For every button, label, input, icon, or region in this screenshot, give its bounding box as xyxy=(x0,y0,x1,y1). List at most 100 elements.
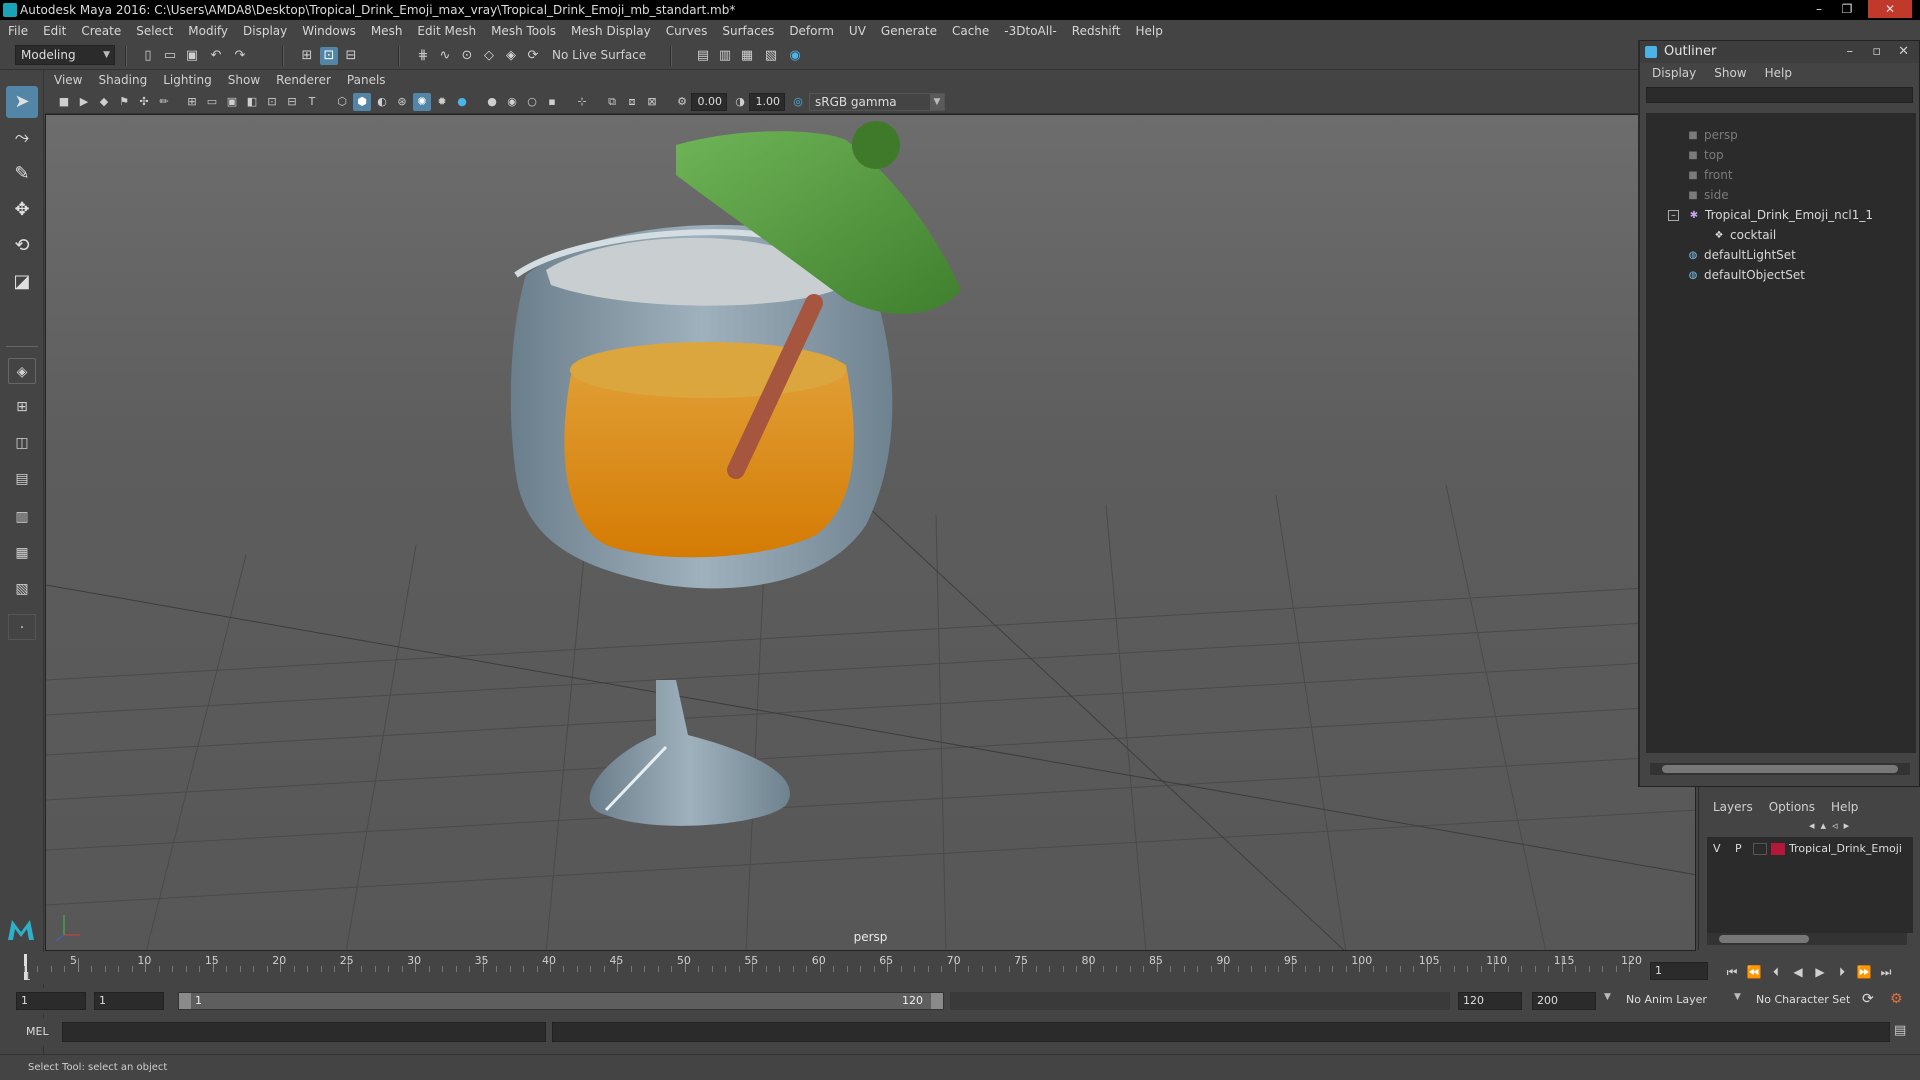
layer-playback-toggle[interactable]: P xyxy=(1735,840,1742,858)
menu-surfaces[interactable]: Surfaces xyxy=(722,24,774,38)
hypershade-icon[interactable]: ▧ xyxy=(762,47,780,65)
menu-help[interactable]: Help xyxy=(1135,24,1162,38)
outliner-item-lightset[interactable]: ◍ defaultLightSet xyxy=(1686,245,1796,265)
step-forward-frame-icon[interactable]: ⏵ xyxy=(1832,963,1852,981)
menu-mesh-tools[interactable]: Mesh Tools xyxy=(491,24,556,38)
close-icon[interactable]: ✕ xyxy=(1898,41,1909,63)
auto-key-icon[interactable]: ⟳ xyxy=(1862,991,1874,1007)
menu-windows[interactable]: Windows xyxy=(302,24,356,38)
two-pane-layout-icon[interactable]: ◫ xyxy=(8,430,36,456)
step-back-key-icon[interactable]: ⏪ xyxy=(1744,963,1764,981)
select-object-icon[interactable]: ⊡ xyxy=(320,47,338,65)
color-space-dropdown[interactable]: sRGB gamma ▼ xyxy=(809,93,945,111)
xray-components-icon[interactable]: ⧈ xyxy=(623,93,641,111)
safe-title-icon[interactable]: T xyxy=(303,93,321,111)
new-scene-icon[interactable]: ▯ xyxy=(139,47,157,65)
outliner-item-top[interactable]: ■ top xyxy=(1686,145,1723,165)
step-forward-key-icon[interactable]: ⏩ xyxy=(1854,963,1874,981)
vp-menu-lighting[interactable]: Lighting xyxy=(163,73,212,87)
grid-icon[interactable]: ⊞ xyxy=(183,93,201,111)
shadows-icon[interactable]: ✹ xyxy=(433,93,451,111)
vp-menu-panels[interactable]: Panels xyxy=(347,73,386,87)
menu-modify[interactable]: Modify xyxy=(188,24,228,38)
menu-generate[interactable]: Generate xyxy=(881,24,937,38)
outliner-menu-help[interactable]: Help xyxy=(1765,66,1792,80)
2d-pan-zoom-icon[interactable]: ✣ xyxy=(135,93,153,111)
safe-action-icon[interactable]: ⊟ xyxy=(283,93,301,111)
menu-create[interactable]: Create xyxy=(81,24,121,38)
snap-live-icon[interactable]: ◈ xyxy=(502,47,520,65)
outliner-hscrollbar[interactable] xyxy=(1650,763,1910,775)
camera-select-icon[interactable]: ■ xyxy=(55,93,73,111)
gate-mask-icon[interactable]: ◧ xyxy=(243,93,261,111)
chevron-down-icon[interactable]: ▼ xyxy=(1734,992,1741,1002)
single-pane-layout-icon[interactable]: ◈ xyxy=(8,358,36,384)
gamma-field[interactable]: 1.00 xyxy=(749,93,785,111)
move-tool-icon[interactable]: ✥ xyxy=(6,194,38,226)
vp-menu-shading[interactable]: Shading xyxy=(98,73,147,87)
color-management-icon[interactable]: ◎ xyxy=(789,93,807,111)
exposure-icon[interactable]: ⚙ xyxy=(673,93,691,111)
menu-edit[interactable]: Edit xyxy=(43,24,66,38)
script-language-label[interactable]: MEL xyxy=(26,1025,49,1038)
current-frame-field[interactable]: 1 xyxy=(1650,962,1708,980)
film-gate-icon[interactable]: ▭ xyxy=(203,93,221,111)
field-chart-icon[interactable]: ⊡ xyxy=(263,93,281,111)
script-editor-icon[interactable]: ▤ xyxy=(1894,1023,1906,1038)
wireframe-on-shaded-icon[interactable]: ◐ xyxy=(373,93,391,111)
snap-point-icon[interactable]: ⊙ xyxy=(458,47,476,65)
undo-icon[interactable]: ↶ xyxy=(207,47,225,65)
outliner-menu-display[interactable]: Display xyxy=(1652,66,1696,80)
grease-pencil-icon[interactable]: ✏ xyxy=(155,93,173,111)
save-scene-icon[interactable]: ▣ xyxy=(183,47,201,65)
playback-end-field[interactable]: 120 xyxy=(1458,992,1522,1010)
end-time-field[interactable]: 200 xyxy=(1532,992,1596,1010)
paint-select-tool-icon[interactable]: ✎ xyxy=(6,158,38,190)
make-live-icon[interactable]: ⟳ xyxy=(524,47,542,65)
scale-tool-icon[interactable]: ◪ xyxy=(6,266,38,298)
start-time-field[interactable]: 1 xyxy=(16,992,86,1010)
exposure-field[interactable]: 0.00 xyxy=(691,93,727,111)
vp-menu-renderer[interactable]: Renderer xyxy=(276,73,331,87)
anim-layer-dropdown[interactable]: No Anim Layer xyxy=(1626,993,1707,1006)
four-pane-layout-icon[interactable]: ⊞ xyxy=(8,394,36,420)
gamma-icon[interactable]: ◑ xyxy=(731,93,749,111)
snap-view-plane-icon[interactable]: ◇ xyxy=(480,47,498,65)
select-hierarchy-icon[interactable]: ⊞ xyxy=(298,47,316,65)
ipr-render-icon[interactable]: ▥ xyxy=(716,47,734,65)
textured-icon[interactable]: ⊛ xyxy=(393,93,411,111)
live-surface-label[interactable]: No Live Surface xyxy=(552,48,646,62)
render-settings-icon[interactable]: ▦ xyxy=(738,47,756,65)
outliner-item-group[interactable]: – ✱ Tropical_Drink_Emoji_ncl1_1 xyxy=(1668,205,1873,225)
menu-file[interactable]: File xyxy=(8,24,28,38)
vp-menu-show[interactable]: Show xyxy=(228,73,260,87)
menu-deform[interactable]: Deform xyxy=(789,24,834,38)
outliner-filter-field[interactable] xyxy=(1646,87,1913,103)
layer-color-swatch[interactable] xyxy=(1771,843,1785,855)
menuset-dropdown[interactable]: Modeling ▼ xyxy=(15,45,115,65)
range-handle-start[interactable] xyxy=(179,993,191,1009)
persp-outliner-layout-icon[interactable]: ▤ xyxy=(8,466,36,492)
bookmark-icon[interactable]: ◆ xyxy=(95,93,113,111)
wireframe-icon[interactable]: ⬡ xyxy=(333,93,351,111)
maximize-icon[interactable]: ▫ xyxy=(1872,41,1881,63)
redo-icon[interactable]: ↷ xyxy=(231,47,249,65)
layer-type-toggle[interactable] xyxy=(1753,843,1767,855)
go-to-start-icon[interactable]: ⏮ xyxy=(1722,963,1742,981)
perspective-viewport[interactable]: persp xyxy=(45,114,1696,951)
camera-attributes-icon[interactable]: ▶ xyxy=(75,93,93,111)
vp-menu-view[interactable]: View xyxy=(54,73,82,87)
time-slider[interactable]: 1 5 10 15 20 25 30 35 40 45 50 55 60 65 70 75 80 85 90 95 1… xyxy=(22,952,1644,984)
lasso-tool-icon[interactable]: ⤳ xyxy=(6,122,38,154)
menu-uv[interactable]: UV xyxy=(849,24,866,38)
open-scene-icon[interactable]: ▭ xyxy=(161,47,179,65)
menu-curves[interactable]: Curves xyxy=(666,24,708,38)
isolate-select-icon[interactable]: ▪ xyxy=(543,93,561,111)
multisample-aa-icon[interactable]: ◉ xyxy=(503,93,521,111)
outliner-menu-show[interactable]: Show xyxy=(1714,66,1746,80)
layers-menu-help[interactable]: Help xyxy=(1831,800,1858,814)
go-to-end-icon[interactable]: ⏭ xyxy=(1876,963,1896,981)
image-plane-icon[interactable]: ⚑ xyxy=(115,93,133,111)
outliner-item-cocktail[interactable]: ❖ cocktail xyxy=(1712,225,1777,245)
snap-curve-icon[interactable]: ∿ xyxy=(436,47,454,65)
